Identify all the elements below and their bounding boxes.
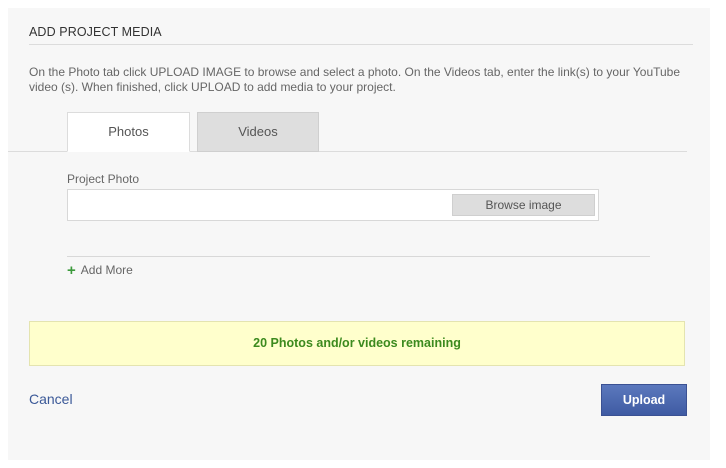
section-divider xyxy=(67,256,650,257)
tab-videos[interactable]: Videos xyxy=(197,112,319,152)
dialog-title: ADD PROJECT MEDIA xyxy=(29,25,162,39)
browse-image-button[interactable]: Browse image xyxy=(452,194,595,216)
add-more-label: Add More xyxy=(80,263,133,277)
project-photo-file-field[interactable]: Browse image xyxy=(67,189,599,221)
tab-photos[interactable]: Photos xyxy=(67,112,190,152)
media-tabs: Photos Videos xyxy=(8,112,710,152)
cancel-link[interactable]: Cancel xyxy=(29,391,73,407)
upload-button[interactable]: Upload xyxy=(601,384,687,416)
title-divider xyxy=(29,44,693,45)
remaining-media-notice: 20 Photos and/or videos remaining xyxy=(29,321,685,366)
plus-icon: + xyxy=(67,261,76,279)
instructions-text: On the Photo tab click UPLOAD IMAGE to b… xyxy=(29,65,681,94)
project-photo-label: Project Photo xyxy=(67,172,140,186)
add-project-media-dialog: ADD PROJECT MEDIA On the Photo tab click… xyxy=(8,8,710,460)
add-more-link[interactable]: + Add More xyxy=(67,262,133,278)
